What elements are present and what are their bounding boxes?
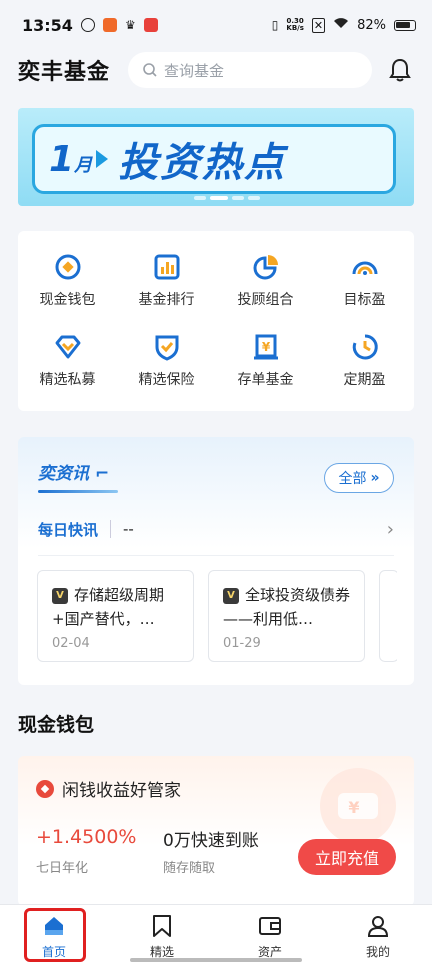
section-title-cash-wallet: 现金钱包 [18,714,95,736]
vibrate-icon: ▯ [271,18,279,32]
divider [110,520,112,538]
app-title: 奕丰基金 [18,60,111,85]
view-all-button[interactable]: 全部 » [324,463,394,493]
seven-day-rate-label: 七日年化 [36,861,89,876]
grid-item-insurance[interactable]: 精选保险 [117,331,216,411]
tab-featured[interactable]: 精选 [108,905,216,964]
shield-icon [151,331,183,363]
grid-item-fund-ranking[interactable]: 基金排行 [117,251,216,331]
app-notification-icon [143,18,158,32]
news-logo: 奕资讯 ⌐ [38,464,110,484]
banner-pagination [194,196,260,200]
diamond-icon [52,331,84,363]
daily-flash-row[interactable]: 每日快讯 -- › [38,515,394,543]
v-badge-icon: V [52,588,68,604]
feature-grid: 现金钱包 基金排行 投顾组合 目标盈 精选私募 精选保险 ¥ 存单基金 定期盈 [18,231,414,411]
flash-text: -- [123,520,134,538]
news-item[interactable]: V 存储超级周期+国产替代，… 02-04 [37,570,194,662]
wallet-icon [257,913,283,939]
flash-label: 每日快讯 [38,520,99,539]
cash-wallet-card[interactable]: ¥ 闲钱收益好管家 +1.4500% 七日年化 0万快速到账 随存随取 立即充值 [18,756,414,906]
grid-item-fixed-term[interactable]: 定期盈 [315,331,414,411]
app-notification-icon [102,18,117,32]
grid-item-private-fund[interactable]: 精选私募 [18,331,117,411]
top-up-button[interactable]: 立即充值 [298,839,396,875]
home-indicator[interactable] [130,958,302,962]
banner-month: 1月 [49,138,93,180]
tab-assets[interactable]: 资产 [216,905,324,964]
search-icon [143,63,157,77]
banner-frame: 1月 投资热点 [32,124,396,194]
certificate-icon: ¥ [250,331,282,363]
news-logo-underline [38,490,118,493]
v-badge-icon: V [223,588,239,604]
tab-mine[interactable]: 我的 [324,905,432,964]
seven-day-rate: +1.4500% [36,826,137,848]
news-item-partial[interactable] [379,570,397,662]
sim-icon: ✕ [311,17,326,33]
cash-header: 闲钱收益好管家 [36,776,181,801]
app-notification-icon [80,18,95,32]
news-card: 奕资讯 ⌐ 全部 » 每日快讯 -- › V 存储超级周期+国产替代，… 02-0… [18,437,414,685]
status-bar: 13:54 ♛ ▯ 0.30 KB/s ✕ 82% [0,0,432,50]
user-icon [365,913,391,939]
home-tab-highlight [24,908,86,962]
ranking-icon [151,251,183,283]
bookmark-icon [149,913,175,939]
clock-icon [349,331,381,363]
double-chevron-right-icon: » [370,470,380,486]
banner-text: 投资热点 [118,140,287,186]
fast-arrival-label: 随存随取 [163,861,216,876]
news-date: 02-04 [52,636,90,651]
chevron-right-icon: › [386,518,394,540]
target-icon [349,251,381,283]
search-input[interactable]: 查询基金 [128,52,373,88]
yuan-deco-icon: ¥ [320,768,396,844]
svg-text:¥: ¥ [261,340,270,354]
promo-banner[interactable]: 1月 投资热点 [18,108,414,206]
grid-item-deposit-fund[interactable]: ¥ 存单基金 [216,331,315,411]
banner-arrow-icon [96,150,109,168]
fast-arrival-text: 0万快速到账 [163,831,259,851]
grid-item-target-profit[interactable]: 目标盈 [315,251,414,331]
yuan-icon [36,779,54,798]
wifi-icon [333,17,349,33]
news-list: V 存储超级周期+国产替代，… 02-04 V 全球投资级债券——利用低… 01-2… [37,570,397,662]
bell-icon[interactable] [386,56,414,84]
crown-icon: ♛ [124,18,136,32]
news-item[interactable]: V 全球投资级债券——利用低… 01-29 [208,570,365,662]
svg-text:¥: ¥ [348,798,359,817]
battery-icon [394,19,416,31]
news-date: 01-29 [223,636,261,651]
status-time: 13:54 [22,15,73,35]
header: 奕丰基金 查询基金 [18,52,414,88]
search-placeholder: 查询基金 [164,61,225,80]
pie-chart-icon [250,251,282,283]
grid-item-cash-wallet[interactable]: 现金钱包 [18,251,117,331]
grid-item-advisory-portfolio[interactable]: 投顾组合 [216,251,315,331]
network-speed: 0.30 KB/s [286,17,304,32]
wallet-icon [52,251,84,283]
battery-percent: 82% [357,17,386,33]
divider [38,555,394,556]
